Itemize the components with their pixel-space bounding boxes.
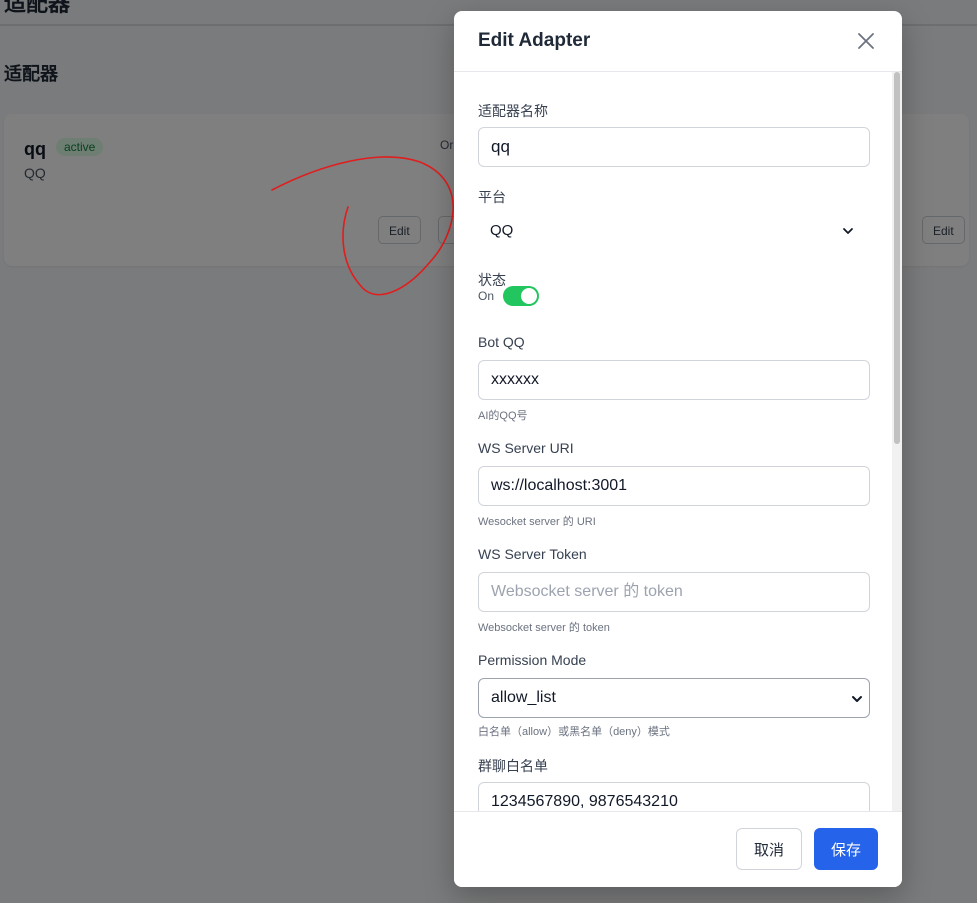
bot-qq-input[interactable] — [478, 360, 870, 400]
permission-mode-help: 白名单（allow）或黑名单（deny）模式 — [478, 726, 670, 738]
modal-scrollbar[interactable] — [892, 72, 902, 812]
ws-uri-label: WS Server URI — [478, 440, 574, 456]
permission-mode-value: allow_list — [491, 689, 556, 706]
ws-uri-help: Wesocket server 的 URI — [478, 516, 596, 528]
modal-body[interactable]: 适配器名称 平台 QQ 状态 On Bot QQ AI的QQ号 — [454, 72, 902, 812]
status-toggle[interactable] — [503, 286, 539, 306]
ws-token-help: Websocket server 的 token — [478, 622, 610, 634]
close-icon — [858, 33, 874, 49]
save-button[interactable]: 保存 — [814, 828, 878, 870]
close-button[interactable] — [854, 29, 878, 53]
modal-title: Edit Adapter — [478, 30, 591, 51]
ws-uri-input[interactable] — [478, 466, 870, 506]
platform-label: 平台 — [478, 189, 506, 205]
modal-footer: 取消 保存 — [454, 811, 902, 887]
bot-qq-help: AI的QQ号 — [478, 410, 528, 422]
modal-header: Edit Adapter — [454, 11, 902, 72]
chevron-down-icon — [852, 696, 862, 702]
name-label: 适配器名称 — [478, 103, 548, 119]
group-whitelist-label: 群聊白名单 — [478, 758, 548, 774]
status-label: 状态 — [478, 272, 506, 288]
chevron-down-icon — [843, 228, 853, 234]
platform-select-value: QQ — [490, 222, 514, 239]
scrollbar-thumb[interactable] — [894, 72, 900, 444]
name-input[interactable] — [478, 127, 870, 167]
ws-token-label: WS Server Token — [478, 546, 587, 562]
platform-select[interactable]: QQ — [478, 211, 870, 251]
toggle-knob — [521, 288, 537, 304]
cancel-button[interactable]: 取消 — [736, 828, 802, 870]
ws-token-input[interactable] — [478, 572, 870, 612]
permission-mode-select[interactable]: allow_list — [478, 678, 870, 718]
bot-qq-label: Bot QQ — [478, 334, 525, 350]
group-whitelist-input[interactable] — [478, 782, 870, 812]
permission-mode-label: Permission Mode — [478, 652, 587, 668]
status-toggle-text: On — [478, 289, 495, 303]
edit-adapter-modal: Edit Adapter 适配器名称 平台 QQ 状态 On — [454, 11, 902, 887]
